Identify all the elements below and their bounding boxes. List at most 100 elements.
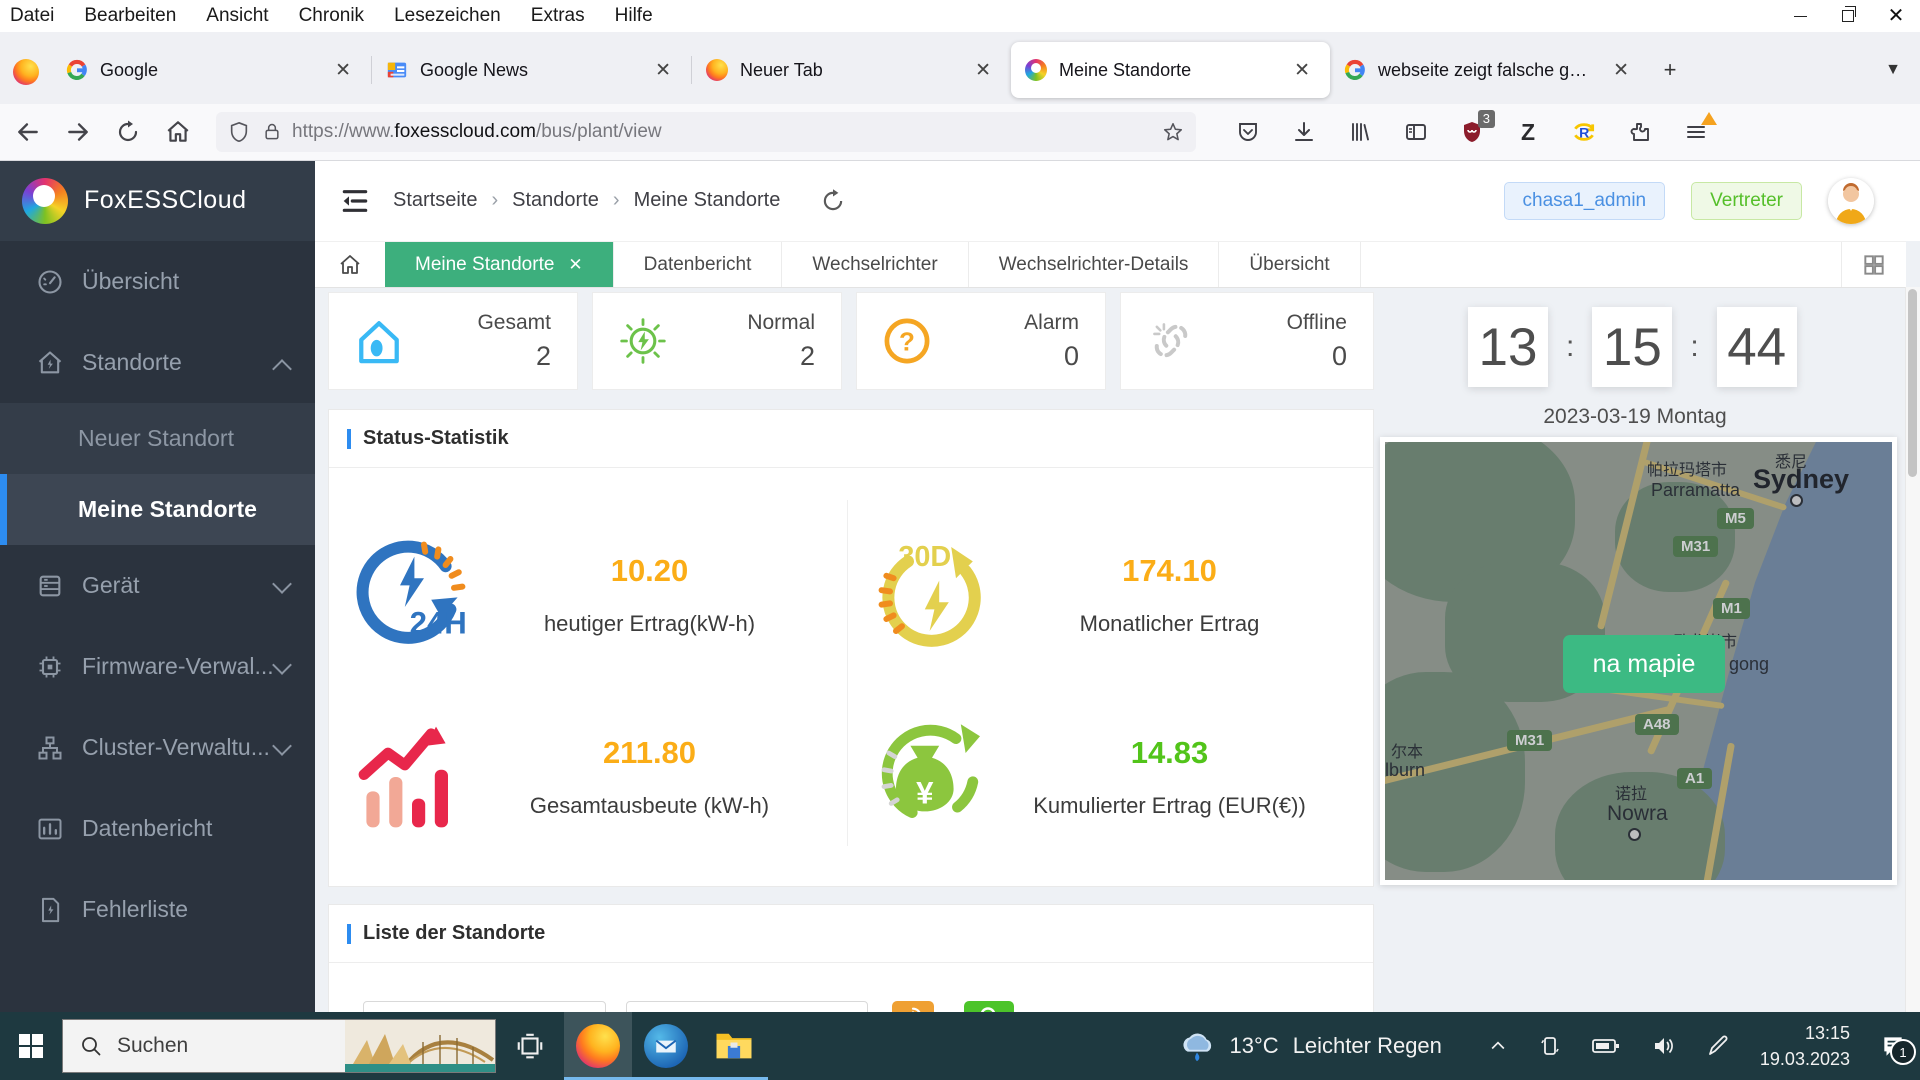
taskbar-firefox[interactable] [564,1012,632,1080]
home-tab-button[interactable] [315,242,385,287]
lock-icon[interactable] [262,121,282,143]
taskbar-clock[interactable]: 13:15 19.03.2023 [1760,1020,1850,1072]
search-button[interactable] [964,1001,1014,1012]
extensions-button[interactable] [1626,118,1654,146]
menu-ansicht[interactable]: Ansicht [191,5,283,27]
reload-button[interactable] [106,112,150,152]
taskbar-explorer[interactable] [700,1012,768,1080]
tab-google[interactable]: Google ✕ [52,42,371,98]
app-menu-button[interactable] [1682,118,1710,146]
cluster-icon [36,734,64,762]
minimize-icon [1794,16,1807,17]
menu-datei[interactable]: Datei [0,5,69,27]
sidebar-item-fehlerliste[interactable]: Fehlerliste [0,869,315,950]
sidebar-item-geraet[interactable]: Gerät [0,545,315,626]
username-badge[interactable]: chasa1_admin [1504,182,1666,220]
breadcrumb-startseite[interactable]: Startseite [393,189,477,212]
shield-icon[interactable] [228,121,250,143]
page-tab-meine-standorte[interactable]: Meine Standorte ✕ [385,242,613,287]
bookmark-star-icon[interactable] [1162,121,1184,143]
page-scrollbar[interactable] [1905,287,1920,1012]
map-widget[interactable]: 帕拉玛塔市 Parramatta 悉尼 Sydney M5 M31 M1 卧龙岗… [1380,437,1897,885]
sidebar-item-datenbericht[interactable]: Datenbericht [0,788,315,869]
library-button[interactable] [1346,118,1374,146]
battery-icon[interactable] [1592,1035,1620,1057]
sidebar-item-label: Cluster-Verwaltu... [82,734,270,761]
new-tab-button[interactable]: + [1649,42,1691,98]
title-accent-bar [347,924,351,944]
tab-close-icon[interactable]: ✕ [649,57,677,84]
sidebar-collapse-icon[interactable] [339,185,371,217]
breadcrumb: Startseite › Standorte › Meine Standorte [393,189,780,212]
menu-bearbeiten[interactable]: Bearbeiten [69,5,191,27]
menu-extras[interactable]: Extras [516,5,600,27]
pen-icon[interactable] [1706,1034,1730,1058]
sidebar-toggle-button[interactable] [1402,118,1430,146]
rotation-lock-icon[interactable] [1538,1034,1562,1058]
zotero-button[interactable]: Z [1514,118,1542,146]
page-refresh-button[interactable] [820,188,846,214]
tab-close-icon[interactable]: ✕ [969,57,997,84]
breadcrumb-standorte[interactable]: Standorte [512,189,599,212]
tab-google-news[interactable]: Google News ✕ [372,42,691,98]
downloads-button[interactable] [1290,118,1318,146]
url-domain: foxesscloud.com [394,121,536,142]
forward-button[interactable] [56,112,100,152]
minimize-button[interactable] [1776,0,1824,32]
task-view-button[interactable] [496,1012,564,1080]
restore-button[interactable] [1824,0,1872,32]
tab-close-icon[interactable]: ✕ [568,255,582,275]
chevron-up-icon [272,359,292,379]
back-button[interactable] [6,112,50,152]
url-bar[interactable]: https://www.foxesscloud.com/bus/plant/vi… [216,112,1196,152]
sidebar-item-neuer-standort[interactable]: Neuer Standort [0,403,315,474]
refresh-extension-button[interactable]: R [1570,118,1598,146]
home-button[interactable] [156,112,200,152]
start-button[interactable] [0,1012,62,1080]
volume-icon[interactable] [1650,1034,1676,1058]
firefox-view-button[interactable] [0,44,52,100]
sidebar-item-cluster[interactable]: Cluster-Verwaltu... [0,707,315,788]
scrollbar-thumb[interactable] [1908,289,1917,477]
sidebar-item-uebersicht[interactable]: Übersicht [0,241,315,322]
taskbar-thunderbird[interactable] [632,1012,700,1080]
site-search-input-2[interactable] [626,1001,868,1012]
tab-close-icon[interactable]: ✕ [1288,57,1316,84]
breadcrumb-meine-standorte[interactable]: Meine Standorte [634,189,781,212]
page-tab-wechselrichter[interactable]: Wechselrichter [782,242,968,287]
tab-title: webseite zeigt falsche google m [1378,60,1595,81]
menu-hilfe[interactable]: Hilfe [600,5,668,27]
card-value: 0 [1287,341,1347,372]
tray-chevron-up[interactable] [1488,1036,1508,1056]
map[interactable]: 帕拉玛塔市 Parramatta 悉尼 Sydney M5 M31 M1 卧龙岗… [1385,442,1892,880]
clock-colon: : [1566,330,1574,364]
pocket-button[interactable] [1234,118,1262,146]
status-panel-title: Status-Statistik [363,427,509,450]
action-center-button[interactable]: 1 [1880,1033,1906,1059]
sidebar-item-meine-standorte[interactable]: Meine Standorte [0,474,315,545]
site-search-input-1[interactable] [363,1001,606,1012]
tab-meine-standorte[interactable]: Meine Standorte ✕ [1011,42,1330,98]
tab-neuer-tab[interactable]: Neuer Tab ✕ [692,42,1011,98]
close-button[interactable]: ✕ [1872,0,1920,32]
avatar[interactable] [1828,178,1874,224]
role-badge[interactable]: Vertreter [1691,182,1802,220]
tab-options-button[interactable] [1841,242,1906,287]
tab-close-icon[interactable]: ✕ [1607,57,1635,84]
taskbar-search[interactable]: Suchen [62,1019,496,1073]
tab-close-icon[interactable]: ✕ [329,57,357,84]
sidebar-item-firmware[interactable]: Firmware-Verwal... [0,626,315,707]
menu-chronik[interactable]: Chronik [284,5,379,27]
menu-lesezeichen[interactable]: Lesezeichen [379,5,516,27]
page-tab-wechselrichter-details[interactable]: Wechselrichter-Details [969,242,1220,287]
page-tab-datenbericht[interactable]: Datenbericht [613,242,783,287]
page-tab-uebersicht[interactable]: Übersicht [1219,242,1360,287]
list-all-tabs-button[interactable]: ▼ [1872,42,1914,98]
sidebar-item-standorte[interactable]: Standorte [0,322,315,403]
taskbar-weather[interactable]: 13°C Leichter Regen [1178,1029,1442,1063]
tab-webseite[interactable]: webseite zeigt falsche google m ✕ [1330,42,1649,98]
ublock-button[interactable]: 3 [1458,118,1486,146]
search-icon [79,1034,103,1058]
na-mapie-button[interactable]: na mapie [1563,635,1725,693]
add-button[interactable] [892,1001,934,1012]
